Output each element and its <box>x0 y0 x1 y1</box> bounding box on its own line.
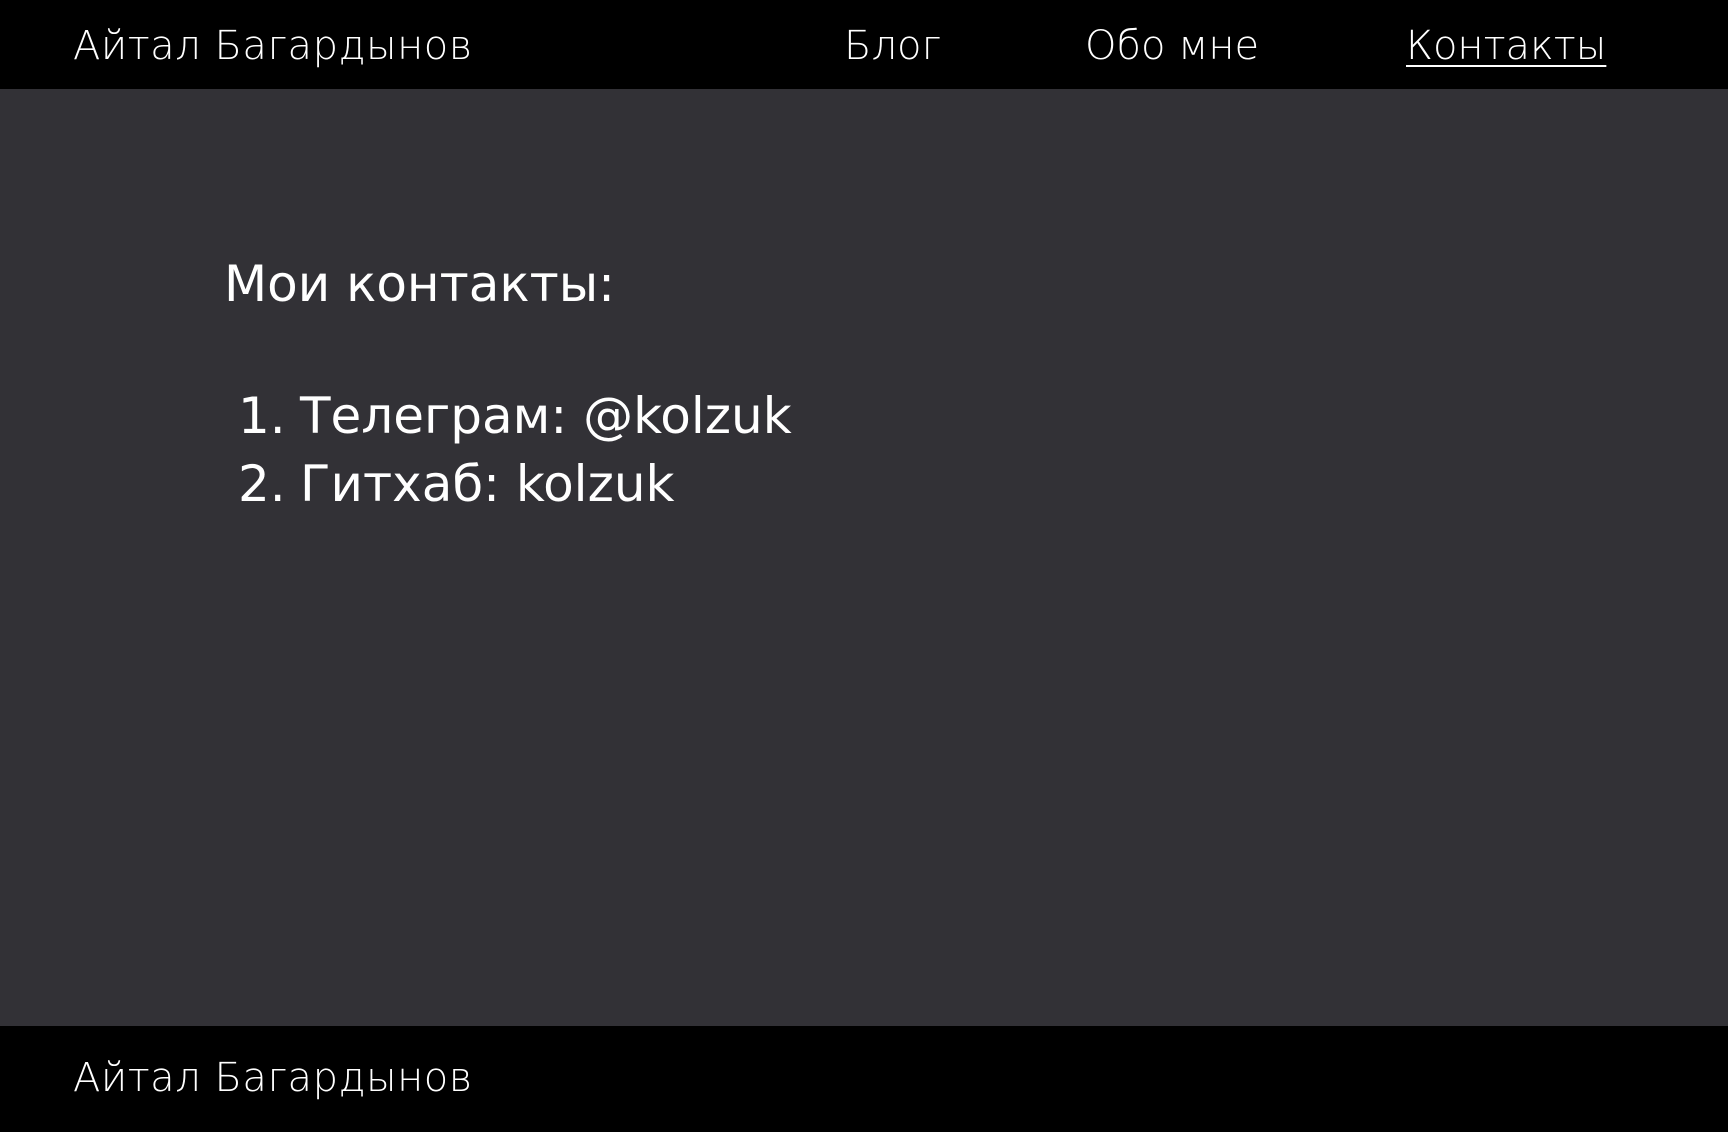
contact-list: 1. Телеграм: @kolzuk 2. Гитхаб: kolzuk <box>238 382 792 518</box>
site-title[interactable]: Айтал Багардынов <box>73 0 473 89</box>
footer-site-name: Айтал Багардынов <box>73 1055 473 1101</box>
contact-item-github[interactable]: 2. Гитхаб: kolzuk <box>238 450 792 518</box>
main-content: Мои контакты: 1. Телеграм: @kolzuk 2. Гитх… <box>0 89 1728 1026</box>
nav-link-about[interactable]: Обо мне <box>1085 0 1259 89</box>
nav-link-blog[interactable]: Блог <box>844 0 941 89</box>
nav-link-contacts[interactable]: Контакты <box>1406 0 1606 89</box>
list-number: 1. <box>238 387 286 445</box>
site-header: Айтал Багардынов Блог Обо мне Контакты <box>0 0 1728 89</box>
contact-text: Телеграм: @kolzuk <box>300 387 792 445</box>
contact-text: Гитхаб: kolzuk <box>300 455 675 513</box>
contact-item-telegram[interactable]: 1. Телеграм: @kolzuk <box>238 382 792 450</box>
site-footer: Айтал Багардынов <box>0 1026 1728 1132</box>
page-heading: Мои контакты: <box>224 255 616 313</box>
list-number: 2. <box>238 455 286 513</box>
